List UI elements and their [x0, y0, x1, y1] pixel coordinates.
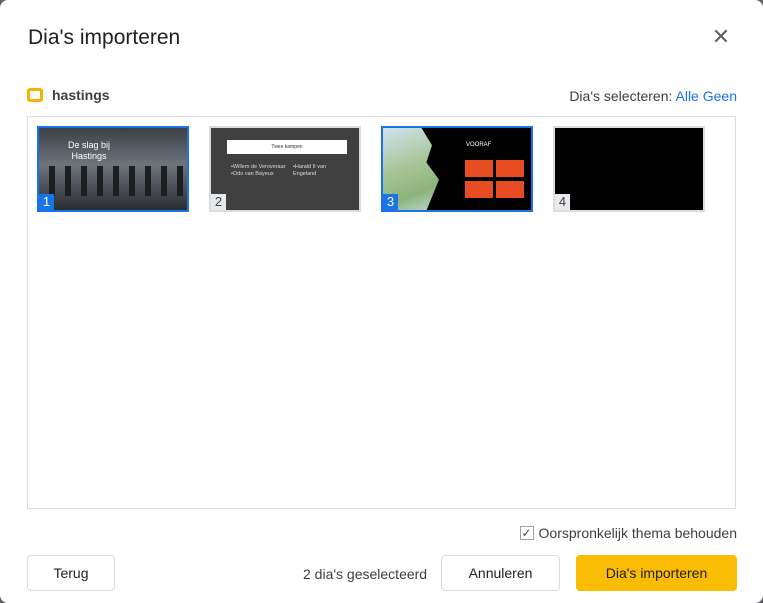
close-icon[interactable]: ✕ [710, 26, 732, 48]
slides-file-icon [27, 88, 43, 102]
slide-number: 1 [39, 194, 54, 210]
keep-theme-label: Oorspronkelijk thema behouden [538, 525, 737, 541]
file-name: hastings [52, 87, 110, 103]
text-box [496, 160, 524, 177]
file-header: hastings [27, 87, 110, 103]
slide-bullet: •Harald II van Engeland [293, 164, 327, 177]
slide-grid: De slag bij Hastings 1 Twee kampen •Will… [27, 116, 736, 509]
selected-count: 2 dia's geselecteerd [303, 566, 428, 582]
select-none-link[interactable]: Geen [703, 88, 737, 104]
text-box [465, 181, 493, 198]
import-slides-dialog: Dia's importeren ✕ hastings Dia's select… [0, 0, 763, 603]
slide-number: 3 [383, 194, 398, 210]
text-box [496, 181, 524, 198]
select-slides: Dia's selecteren: Alle Geen [569, 88, 737, 104]
slide-title: Twee kampen [227, 140, 347, 154]
slide-title: VOORAF [466, 142, 492, 148]
select-all-link[interactable]: Alle [676, 88, 699, 104]
keep-theme-option[interactable]: ✓ Oorspronkelijk thema behouden [519, 525, 737, 541]
import-slides-button[interactable]: Dia's importeren [576, 555, 737, 591]
slide-title: De slag bij Hastings [67, 140, 111, 161]
keep-theme-checkbox[interactable]: ✓ [519, 526, 534, 540]
slide-thumbnail-3[interactable]: VOORAF 3 [381, 126, 533, 212]
back-button[interactable]: Terug [27, 555, 115, 591]
slide-thumbnail-1[interactable]: De slag bij Hastings 1 [37, 126, 189, 212]
select-label: Dia's selecteren: [569, 88, 673, 104]
dialog-title: Dia's importeren [28, 26, 181, 49]
slide-bullet: •Willem de Veroveraar [231, 164, 286, 170]
cancel-button[interactable]: Annuleren [441, 555, 560, 591]
slide-thumbnail-2[interactable]: Twee kampen •Willem de Veroveraar •Odo v… [209, 126, 361, 212]
slide-number: 2 [211, 194, 226, 210]
slide-image [49, 166, 184, 196]
text-box [465, 160, 493, 177]
slide-bullet: •Odo van Bayeux [231, 171, 274, 177]
slide-number: 4 [555, 194, 570, 210]
slide-thumbnail-4[interactable]: 4 [553, 126, 705, 212]
